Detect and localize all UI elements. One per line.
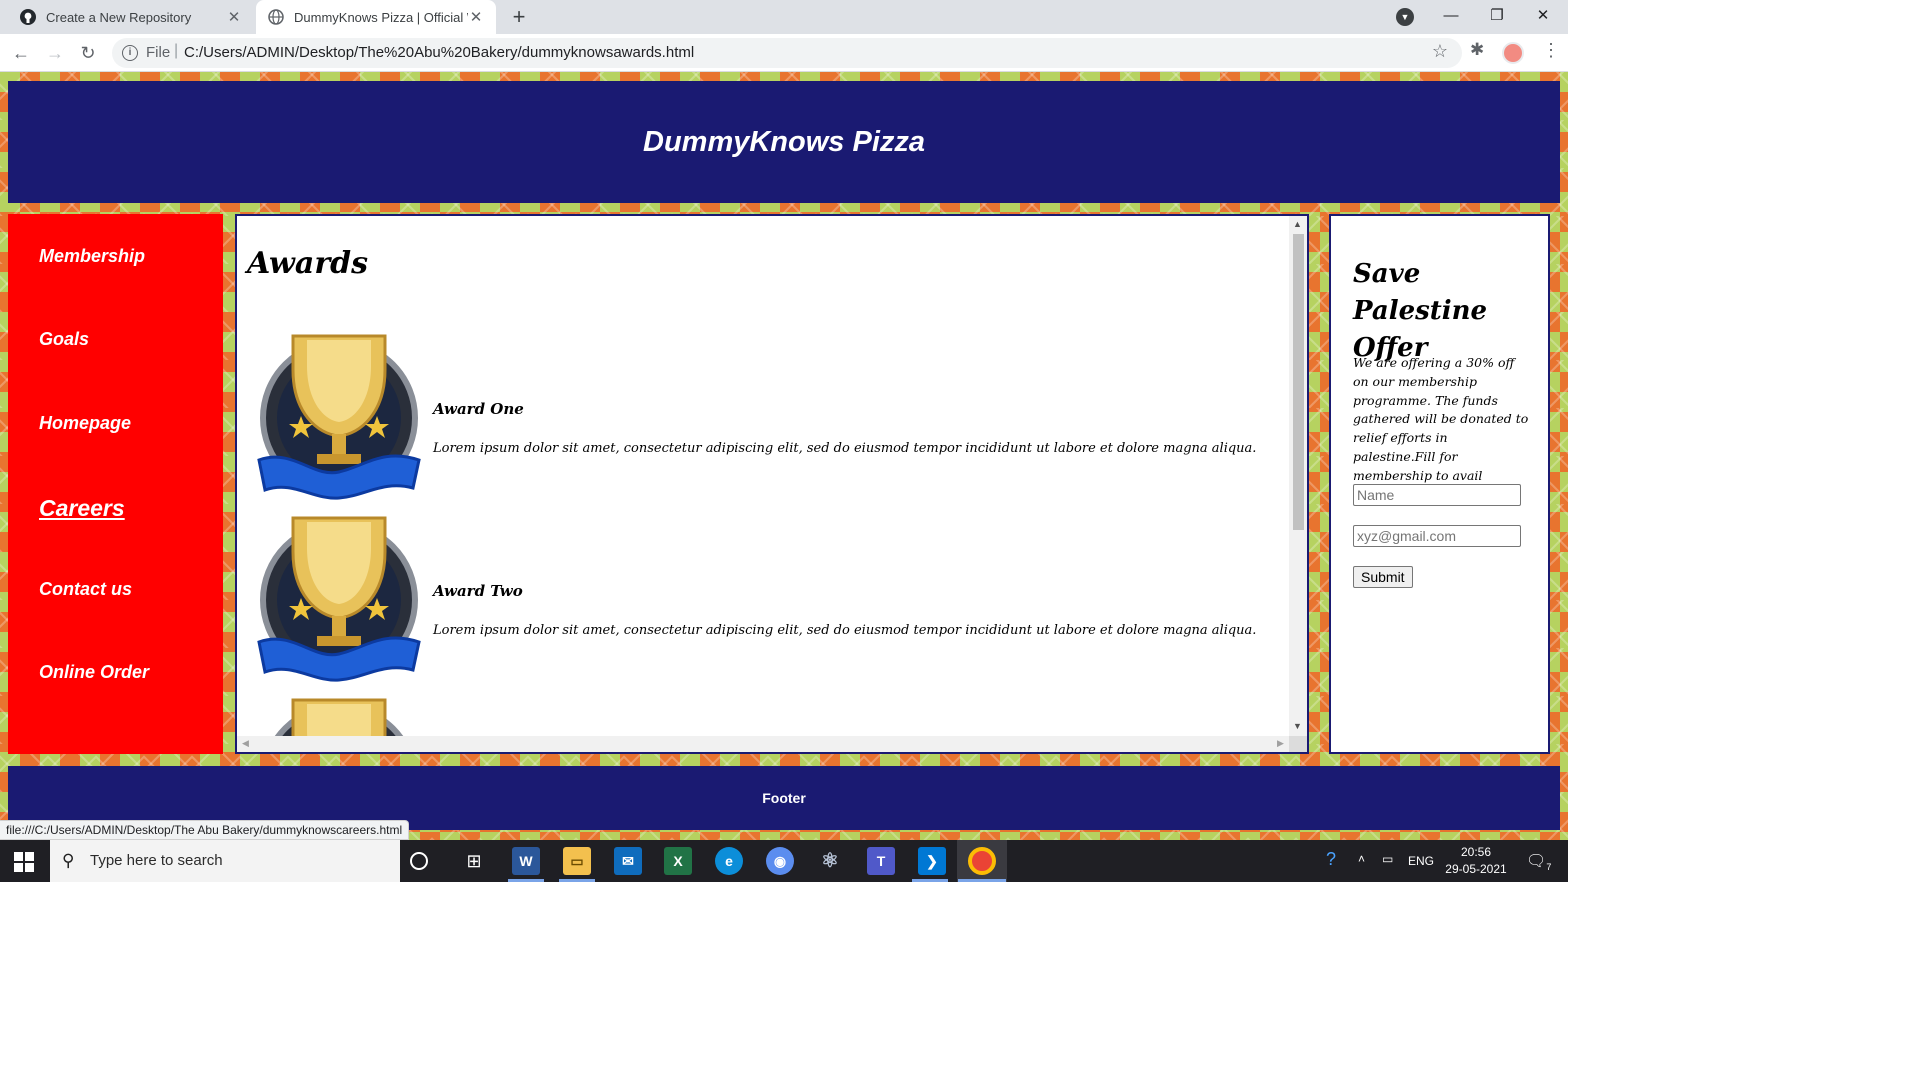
- clock-date: 29-05-2021: [1445, 862, 1507, 876]
- tab-create-repository[interactable]: Create a New Repository ✕: [8, 0, 254, 34]
- clock-time: 20:56: [1460, 845, 1492, 859]
- back-arrow-icon[interactable]: ←: [8, 40, 34, 66]
- tab-title: Create a New Repository: [46, 9, 192, 25]
- side-navigation: Membership Goals Homepage Careers Contac…: [8, 214, 223, 754]
- taskbar-search-box[interactable]: ⚲ Type here to search: [50, 840, 400, 882]
- teams-icon[interactable]: T: [867, 847, 895, 875]
- url-text[interactable]: C:/Users/ADMIN/Desktop/The%20Abu%20Baker…: [184, 44, 694, 61]
- profile-avatar[interactable]: [1502, 42, 1524, 64]
- footer-text: Footer: [762, 790, 806, 806]
- awards-heading: Awards: [247, 246, 368, 281]
- email-field[interactable]: [1353, 525, 1521, 547]
- awards-content: Awards Award One Lorem ipsum dolor sit a…: [237, 216, 1291, 736]
- web-page-viewport: DummyKnows Pizza Membership Goals Homepa…: [0, 72, 1568, 840]
- nav-link-careers[interactable]: Careers: [39, 495, 125, 522]
- scroll-right-arrow-icon[interactable]: ▶: [1277, 738, 1284, 749]
- vscode-icon[interactable]: ❯: [918, 847, 946, 875]
- system-clock[interactable]: 20:56 29-05-2021: [1440, 844, 1512, 878]
- award-title: Award Two: [433, 582, 523, 600]
- edge-icon[interactable]: e: [715, 847, 743, 875]
- windows-taskbar: ⚲ Type here to search ⊞ W ▭ ✉ X e ◉ ⚛ T …: [0, 840, 1568, 882]
- address-bar[interactable]: i File | C:/Users/ADMIN/Desktop/The%20Ab…: [112, 38, 1462, 68]
- scroll-left-arrow-icon[interactable]: ◀: [242, 738, 249, 749]
- running-indicator: [559, 879, 595, 882]
- award-item: Award Two Lorem ipsum dolor sit amet, co…: [253, 512, 1283, 684]
- nav-link-online-order[interactable]: Online Order: [39, 662, 149, 683]
- trophy-image: [257, 334, 421, 500]
- name-field[interactable]: [1353, 484, 1521, 506]
- tab-search-icon[interactable]: ▼: [1396, 8, 1414, 26]
- awards-iframe[interactable]: Awards Award One Lorem ipsum dolor sit a…: [235, 214, 1309, 754]
- browser-tab-bar: Create a New Repository ✕ DummyKnows Piz…: [0, 0, 1568, 34]
- scheme-label: File: [146, 44, 171, 61]
- notification-center-icon[interactable]: 🗨7: [1526, 851, 1551, 872]
- separator: |: [174, 42, 179, 59]
- scrollbar-corner: [1289, 736, 1307, 752]
- offer-title: Save Palestine Offer: [1353, 259, 1488, 363]
- scroll-down-arrow-icon[interactable]: ▼: [1293, 721, 1302, 731]
- language-indicator[interactable]: ENG: [1408, 854, 1434, 868]
- browser-toolbar: ← → ↻ i File | C:/Users/ADMIN/Desktop/Th…: [0, 34, 1568, 72]
- offer-description: We are offering a 30% off on our members…: [1353, 355, 1529, 502]
- scroll-up-arrow-icon[interactable]: ▲: [1293, 219, 1302, 229]
- cortana-icon[interactable]: [410, 852, 428, 870]
- search-icon: ⚲: [62, 851, 75, 870]
- chromium-icon[interactable]: ◉: [766, 847, 794, 875]
- close-icon[interactable]: ✕: [468, 8, 484, 26]
- file-explorer-icon[interactable]: ▭: [563, 847, 591, 875]
- horizontal-scrollbar[interactable]: ◀ ▶: [237, 736, 1291, 752]
- reload-icon[interactable]: ↻: [75, 40, 101, 66]
- help-icon[interactable]: ?: [1326, 849, 1336, 870]
- chevron-up-icon[interactable]: ˄: [1358, 852, 1365, 866]
- running-indicator: [508, 879, 544, 882]
- site-header: DummyKnows Pizza: [8, 81, 1560, 203]
- mail-icon[interactable]: ✉: [614, 847, 642, 875]
- task-view-icon[interactable]: ⊞: [460, 847, 488, 875]
- windows-start-icon[interactable]: [14, 852, 34, 872]
- bookmark-star-icon[interactable]: ☆: [1432, 41, 1448, 62]
- running-indicator: [958, 879, 1006, 882]
- trophy-image: [257, 516, 421, 682]
- chrome-icon[interactable]: [968, 847, 996, 875]
- window-close-icon[interactable]: ✕: [1520, 0, 1566, 34]
- nav-link-membership[interactable]: Membership: [39, 246, 145, 267]
- info-icon[interactable]: i: [122, 45, 138, 61]
- github-icon: [20, 9, 36, 25]
- award-item-partial: [253, 694, 1283, 736]
- minimize-icon[interactable]: —: [1428, 0, 1474, 34]
- award-description: Lorem ipsum dolor sit amet, consectetur …: [433, 441, 1257, 456]
- nav-link-homepage[interactable]: Homepage: [39, 413, 131, 434]
- trophy-image: [274, 698, 404, 736]
- submit-button[interactable]: Submit: [1353, 566, 1413, 588]
- award-item: Award One Lorem ipsum dolor sit amet, co…: [253, 330, 1283, 502]
- search-placeholder: Type here to search: [90, 852, 223, 869]
- offer-sidebar: Save Palestine Offer We are offering a 3…: [1329, 214, 1550, 754]
- more-menu-icon[interactable]: ⋮: [1542, 40, 1560, 61]
- award-title: Award One: [433, 400, 524, 418]
- battery-icon[interactable]: ▭: [1382, 852, 1393, 866]
- vertical-scrollbar[interactable]: ▲ ▼: [1289, 216, 1307, 736]
- word-icon[interactable]: W: [512, 847, 540, 875]
- globe-icon: [268, 9, 284, 25]
- tab-title: DummyKnows Pizza | Official We: [294, 9, 468, 25]
- atom-icon[interactable]: ⚛: [816, 847, 844, 875]
- nav-link-goals[interactable]: Goals: [39, 329, 89, 350]
- link-status-bar: file:///C:/Users/ADMIN/Desktop/The Abu B…: [0, 820, 410, 840]
- award-description: Lorem ipsum dolor sit amet, consectetur …: [433, 623, 1257, 638]
- excel-icon[interactable]: X: [664, 847, 692, 875]
- running-indicator: [912, 879, 948, 882]
- maximize-icon[interactable]: ❐: [1474, 0, 1520, 34]
- forward-arrow-icon[interactable]: →: [42, 40, 68, 66]
- nav-link-contact-us[interactable]: Contact us: [39, 579, 132, 600]
- scrollbar-thumb[interactable]: [1293, 234, 1304, 530]
- extensions-puzzle-icon[interactable]: ✱: [1470, 40, 1484, 60]
- new-tab-button[interactable]: +: [506, 4, 532, 30]
- close-icon[interactable]: ✕: [226, 8, 242, 26]
- tab-dummyknows-pizza[interactable]: DummyKnows Pizza | Official We ✕: [256, 0, 496, 34]
- site-title: DummyKnows Pizza: [643, 125, 925, 158]
- notification-count: 7: [1546, 862, 1552, 873]
